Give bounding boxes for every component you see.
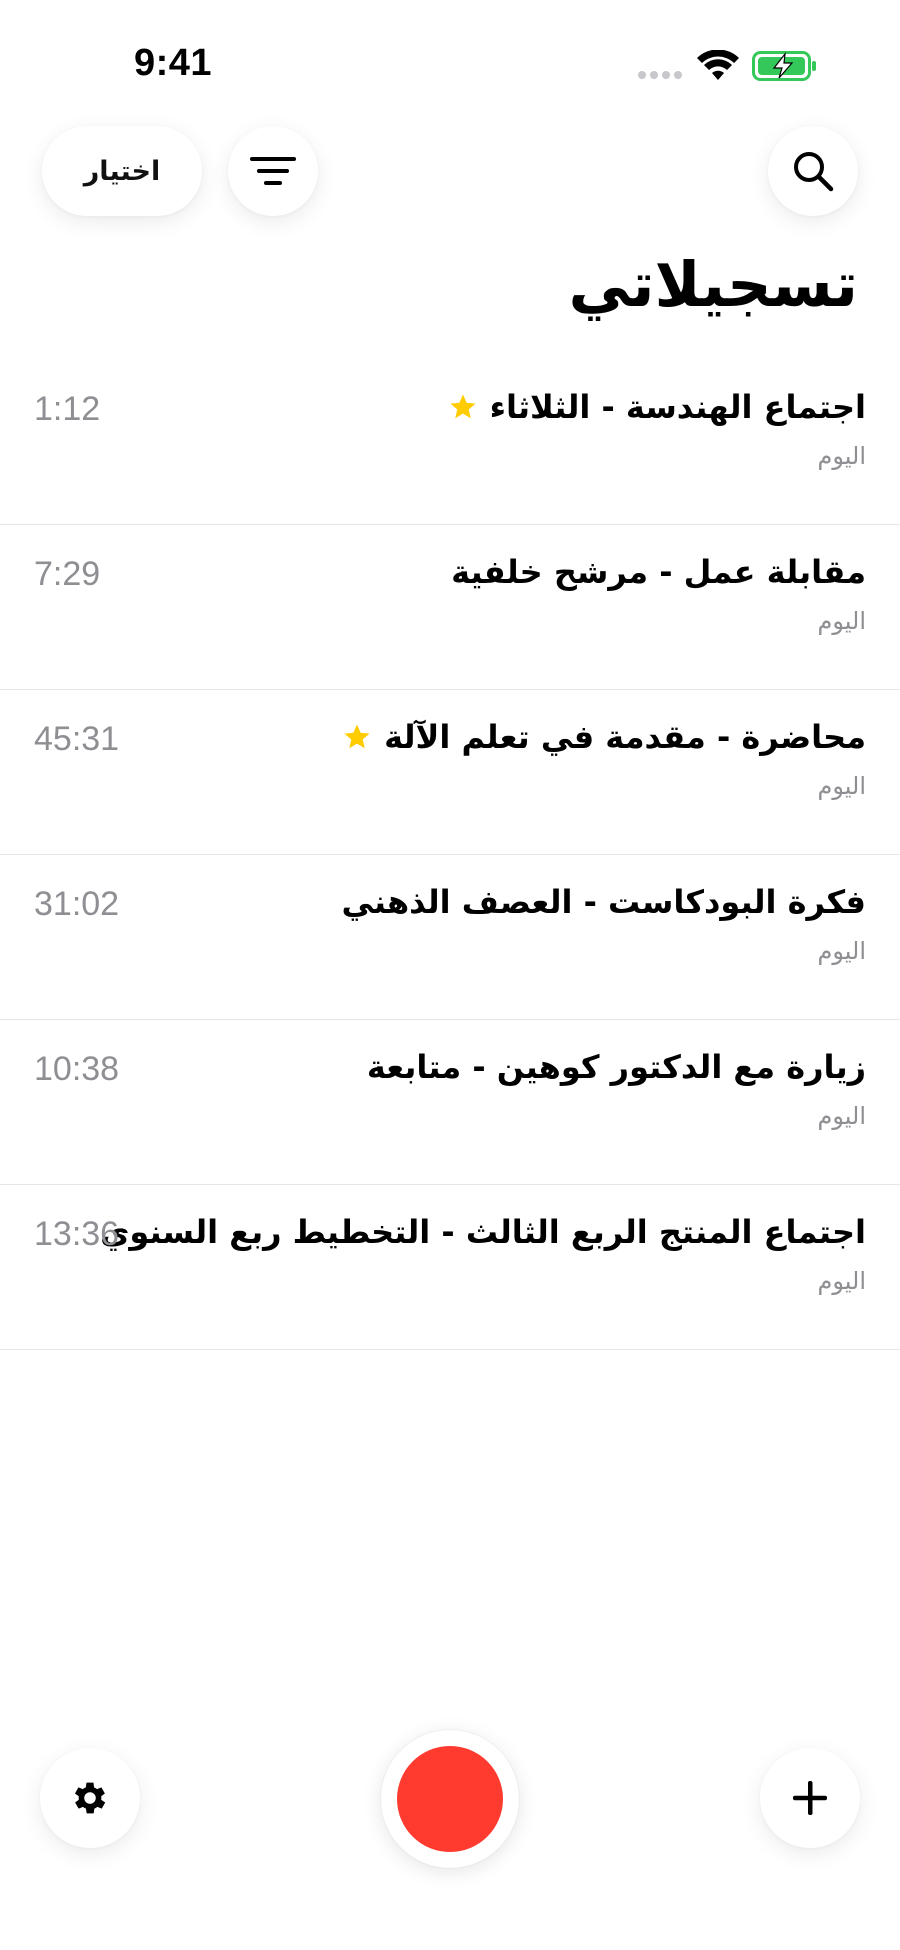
recording-title: اجتماع الهندسة - الثلاثاء	[489, 388, 866, 426]
recording-duration: 10:38	[34, 1050, 120, 1088]
select-button[interactable]: اختيار	[42, 126, 202, 216]
star-icon	[344, 724, 370, 749]
recording-date: اليوم	[817, 607, 866, 635]
search-icon	[794, 152, 834, 192]
filter-lines-icon	[250, 157, 296, 185]
recording-row[interactable]: فكرة البودكاست - العصف الذهني اليوم 31:0…	[0, 855, 900, 1020]
recording-date: اليوم	[817, 937, 866, 965]
recording-title: مقابلة عمل - مرشح خلفية	[451, 553, 866, 591]
recording-duration: 13:36	[34, 1215, 120, 1253]
recording-date: اليوم	[817, 1102, 866, 1130]
recording-title: فكرة البودكاست - العصف الذهني	[341, 883, 866, 921]
recording-title: اجتماع المنتج الربع الثالث - التخطيط ربع…	[100, 1213, 866, 1251]
recording-date: اليوم	[817, 772, 866, 800]
recording-row[interactable]: محاضرة - مقدمة في تعلم الآلة اليوم 45:31	[0, 690, 900, 855]
recording-duration: 7:29	[34, 555, 101, 593]
battery-charging-icon	[752, 51, 816, 81]
page-title: تسجيلاتي	[568, 248, 858, 321]
search-button[interactable]	[768, 126, 858, 216]
recording-duration: 45:31	[34, 720, 120, 758]
wifi-icon	[697, 50, 739, 80]
add-button[interactable]	[760, 1748, 860, 1848]
filter-button[interactable]	[228, 126, 318, 216]
recording-row[interactable]: زيارة مع الدكتور كوهين - متابعة اليوم 10…	[0, 1020, 900, 1185]
record-button[interactable]	[381, 1730, 519, 1868]
recordings-screen: 9:41 اختيار تسجيلاتي اجتماع الهندسة - ال…	[0, 0, 900, 1950]
recording-row[interactable]: اجتماع الهندسة - الثلاثاء اليوم 1:12	[0, 360, 900, 525]
recording-date: اليوم	[817, 1267, 866, 1295]
signal-dots-icon	[638, 71, 682, 79]
recording-title: زيارة مع الدكتور كوهين - متابعة	[366, 1048, 866, 1086]
recording-row[interactable]: اجتماع المنتج الربع الثالث - التخطيط ربع…	[0, 1185, 900, 1350]
recording-title: محاضرة - مقدمة في تعلم الآلة	[384, 718, 866, 756]
status-time: 9:41	[134, 42, 213, 84]
recording-duration: 31:02	[34, 885, 120, 923]
status-bar: 9:41	[0, 0, 900, 120]
recording-duration: 1:12	[34, 390, 101, 428]
recordings-list: اجتماع الهندسة - الثلاثاء اليوم 1:12 مقا…	[0, 360, 900, 1350]
plus-icon	[793, 1781, 827, 1815]
recording-date: اليوم	[817, 442, 866, 470]
gear-icon	[74, 1782, 106, 1814]
recording-row[interactable]: مقابلة عمل - مرشح خلفية اليوم 7:29	[0, 525, 900, 690]
settings-button[interactable]	[40, 1748, 140, 1848]
star-icon	[450, 394, 476, 419]
record-icon	[397, 1746, 503, 1852]
